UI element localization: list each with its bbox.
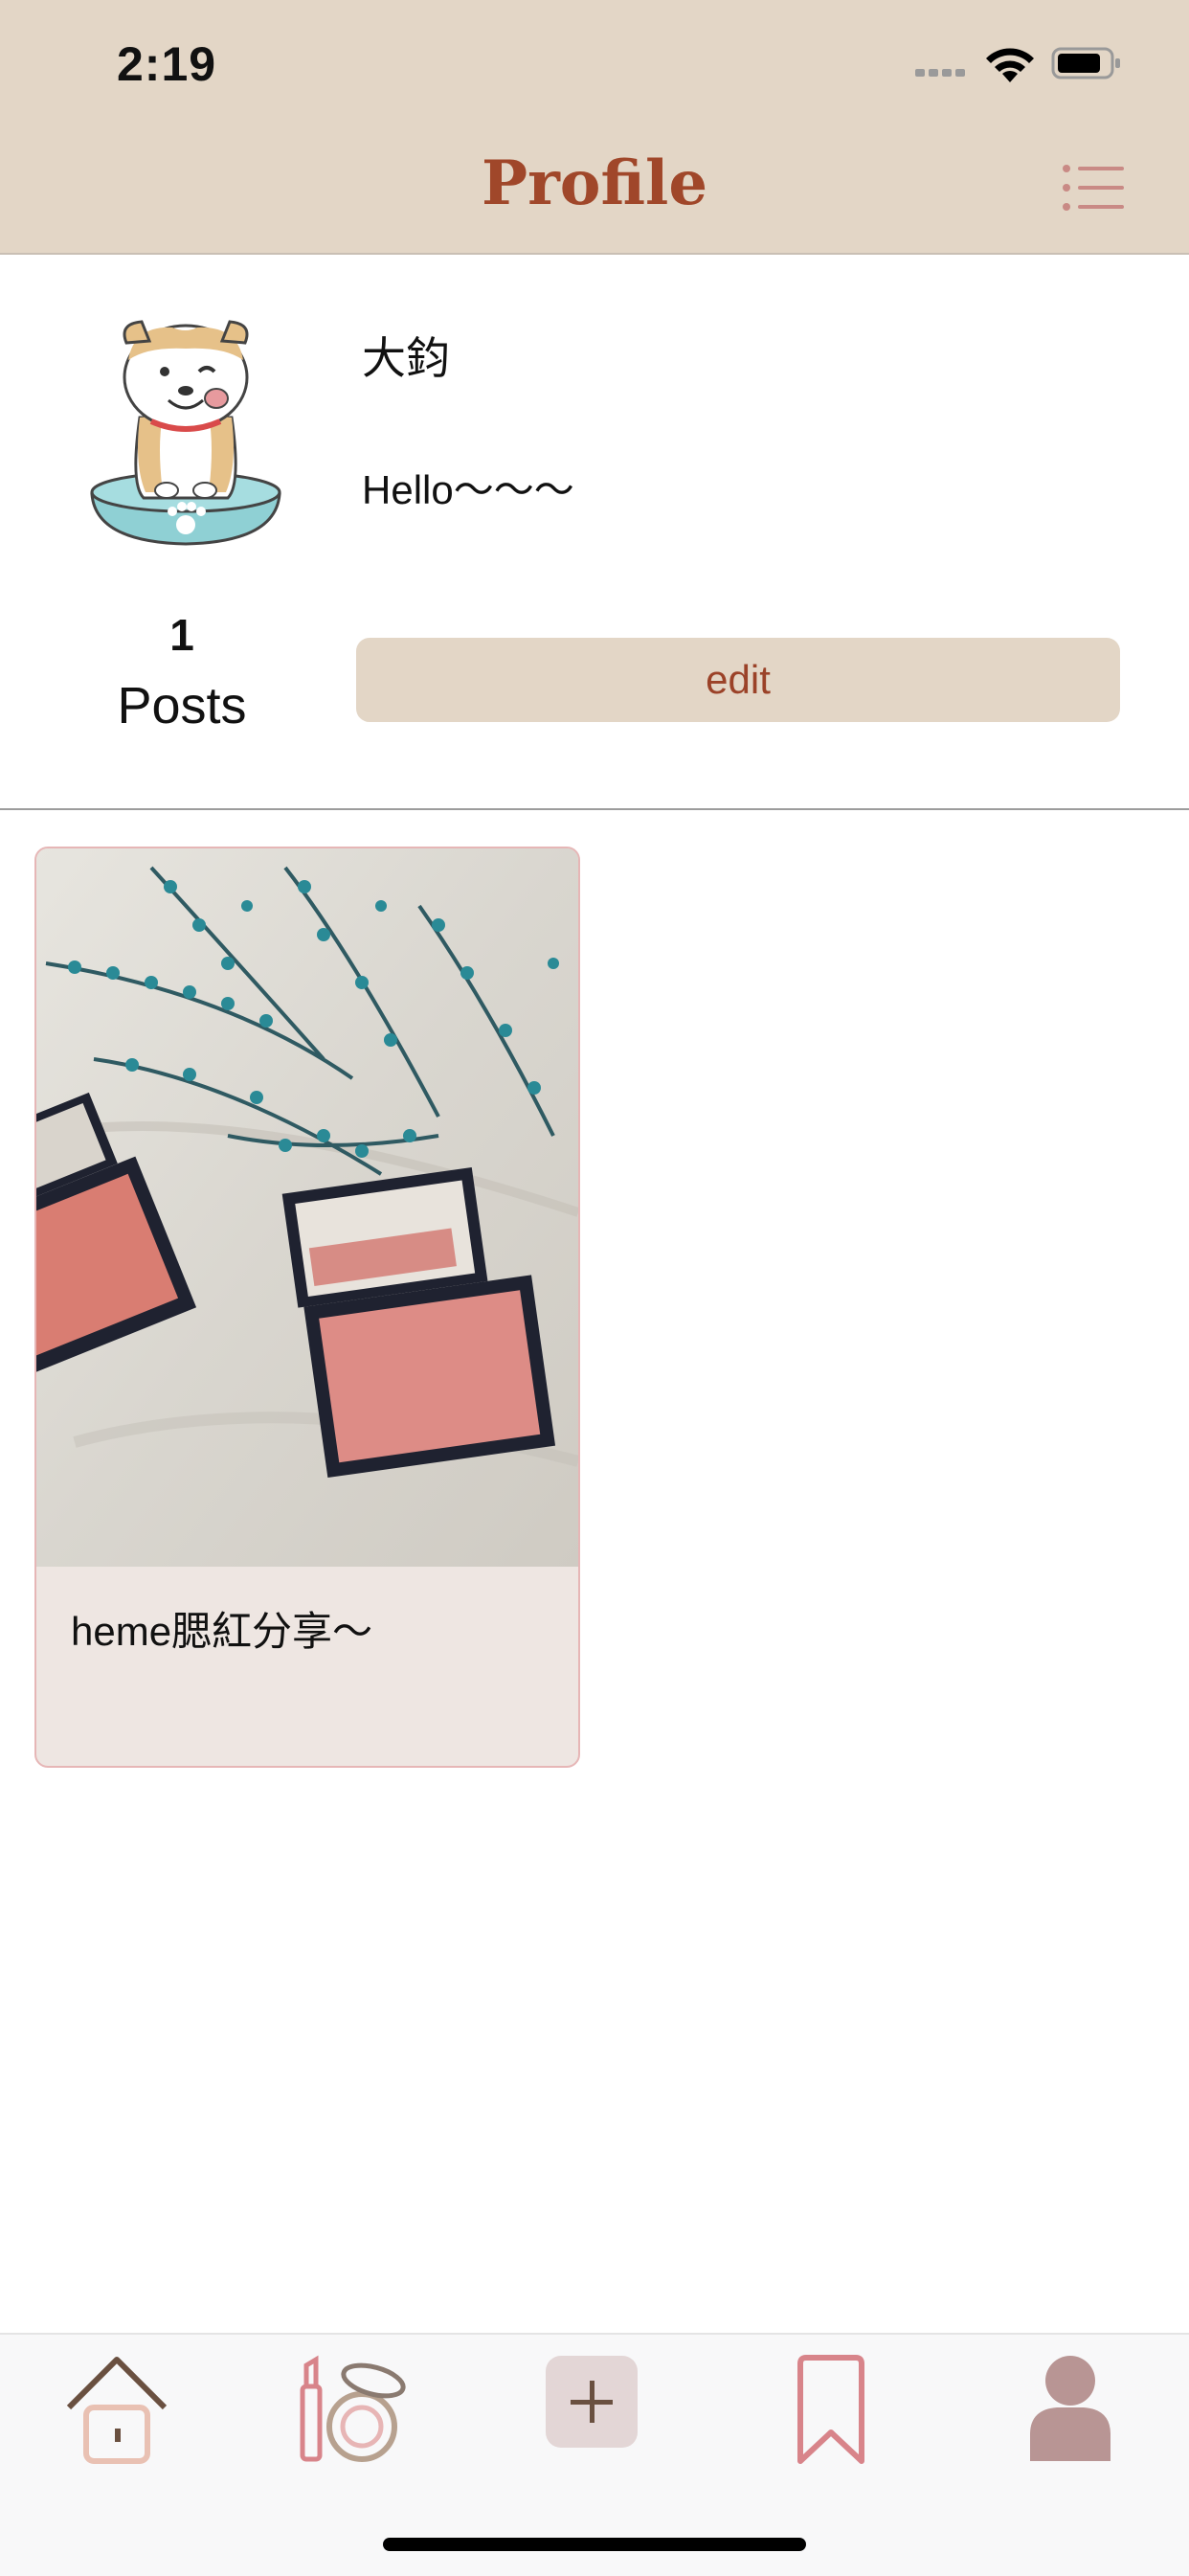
blush-palettes-photo[interactable]	[36, 848, 578, 1567]
status-bar: 2:19	[0, 0, 1189, 124]
post-count-label: Posts	[117, 677, 247, 734]
add-post-icon[interactable]	[542, 2352, 641, 2452]
section-divider	[0, 808, 1189, 810]
username: 大鈞	[362, 333, 450, 383]
post-card[interactable]: heme腮紅分享～	[34, 847, 580, 1768]
dog-in-bowl-avatar[interactable]	[80, 303, 291, 552]
nav-bar: Profile	[0, 124, 1189, 255]
signal-dots-icon	[915, 61, 971, 77]
list-menu-icon[interactable]	[1061, 161, 1126, 215]
wifi-icon	[986, 48, 1034, 82]
page-title: Profile	[481, 147, 708, 219]
bio-text: Hello～～～	[362, 467, 574, 512]
profile-icon[interactable]	[1024, 2352, 1116, 2467]
profile-header: 大鈞 Hello～～～ 1 Posts edit	[0, 255, 1189, 810]
makeup-icon[interactable]	[299, 2352, 414, 2467]
post-count: 1	[169, 610, 194, 660]
edit-profile-button[interactable]: edit	[356, 638, 1120, 722]
status-time: 2:19	[117, 37, 217, 91]
post-caption: heme腮紅分享～	[71, 1609, 373, 1654]
home-icon[interactable]	[61, 2352, 172, 2467]
home-indicator	[383, 2538, 806, 2551]
battery-icon	[1051, 47, 1120, 79]
bookmark-icon[interactable]	[791, 2352, 871, 2467]
